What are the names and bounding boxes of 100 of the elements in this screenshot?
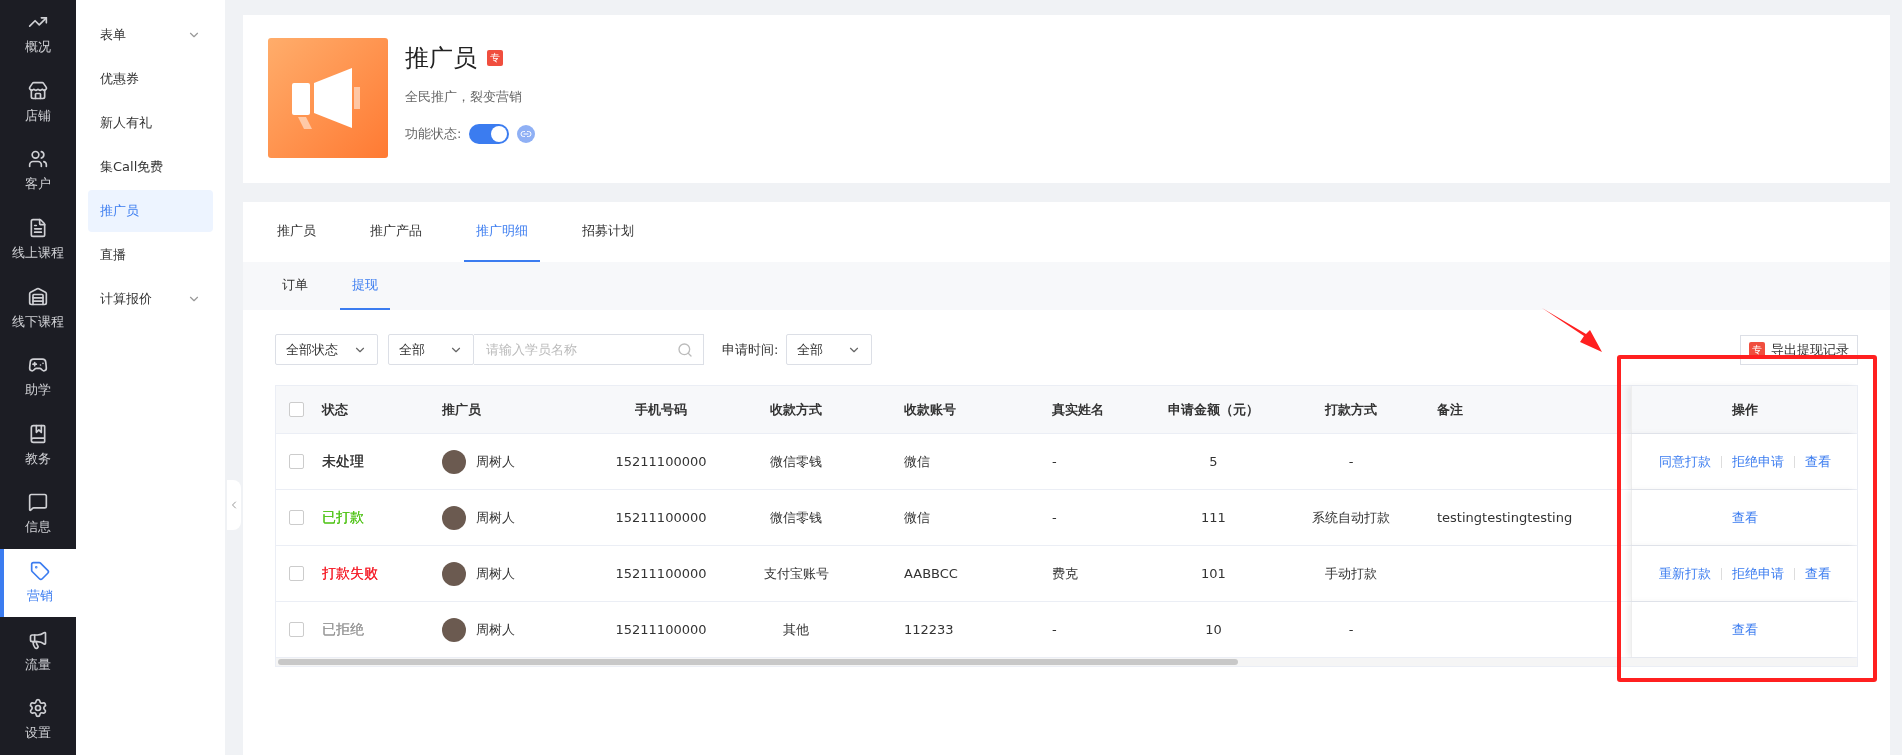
table-cell: 101 bbox=[1201, 566, 1226, 581]
table-cell: 15211100000 bbox=[615, 566, 707, 581]
checkbox[interactable] bbox=[288, 566, 304, 581]
column-header: 状态 bbox=[320, 400, 349, 419]
table-cell: - bbox=[1348, 454, 1354, 469]
checkbox[interactable] bbox=[288, 622, 304, 637]
app-title: 推广员 bbox=[405, 43, 477, 74]
table-cell: 手动打款 bbox=[1325, 564, 1377, 583]
table-cell: 微信零钱 bbox=[770, 452, 822, 471]
status-text: 已打款 bbox=[322, 508, 364, 527]
table-cell: 15211100000 bbox=[615, 510, 707, 525]
table-cell: testingtestingtesting bbox=[1437, 510, 1573, 525]
scope-select[interactable]: 全部 bbox=[388, 334, 474, 365]
collapse-handle[interactable] bbox=[227, 480, 241, 530]
table-cell: 15211100000 bbox=[615, 622, 707, 637]
nav-item[interactable]: 营销 bbox=[0, 548, 76, 618]
tab[interactable]: 招募计划 bbox=[570, 202, 646, 262]
action-link[interactable]: 查看 bbox=[1731, 620, 1758, 639]
nav-item[interactable]: 流量 bbox=[0, 617, 76, 686]
table-cell: 周树人 bbox=[476, 620, 515, 639]
action-link[interactable]: 拒绝申请 bbox=[1731, 452, 1784, 471]
scrollbar-thumb[interactable] bbox=[278, 659, 1238, 665]
avatar bbox=[442, 561, 466, 586]
table-cell: 周树人 bbox=[476, 452, 515, 471]
status-label: 功能状态: bbox=[405, 125, 462, 143]
table-cell: 微信零钱 bbox=[770, 508, 822, 527]
table-cell: 111 bbox=[1201, 510, 1226, 525]
column-header: 收款账号 bbox=[903, 400, 957, 419]
column-header: 打款方式 bbox=[1323, 400, 1378, 419]
nav-icon bbox=[28, 698, 48, 719]
app-subtitle: 全民推广，裂变营销 bbox=[405, 88, 523, 106]
nav-item[interactable]: 线下课程 bbox=[0, 274, 76, 343]
table-cell: AABBCC bbox=[904, 566, 958, 581]
status-text: 未处理 bbox=[322, 452, 364, 471]
table-cell: - bbox=[1052, 510, 1057, 525]
column-header: 备注 bbox=[1436, 400, 1464, 419]
checkbox[interactable] bbox=[288, 454, 304, 469]
sub-tab[interactable]: 订单 bbox=[270, 262, 320, 310]
action-link[interactable]: 查看 bbox=[1731, 508, 1758, 527]
sub-tab[interactable]: 提现 bbox=[340, 262, 390, 310]
nav-icon bbox=[28, 492, 48, 513]
table-cell: - bbox=[1052, 622, 1057, 637]
table-cell: 112233 bbox=[904, 622, 954, 637]
nav-item[interactable]: 助学 bbox=[0, 342, 76, 412]
nav-item[interactable]: 客户 bbox=[0, 137, 76, 206]
nav-item[interactable]: 教务 bbox=[0, 411, 76, 481]
table-cell: 微信 bbox=[904, 508, 930, 527]
status-toggle[interactable] bbox=[469, 124, 510, 144]
nav-icon bbox=[28, 423, 48, 444]
nav-item[interactable]: 概况 bbox=[0, 0, 76, 69]
checkbox[interactable] bbox=[288, 510, 304, 525]
nav-icon bbox=[30, 561, 50, 582]
search-icon bbox=[677, 341, 693, 358]
nav-item[interactable]: 设置 bbox=[0, 685, 76, 755]
table-cell: - bbox=[1052, 454, 1057, 469]
avatar bbox=[442, 449, 466, 474]
tab[interactable]: 推广员 bbox=[265, 202, 328, 262]
column-header: 收款方式 bbox=[769, 400, 823, 419]
link-button[interactable] bbox=[517, 125, 536, 143]
action-link[interactable]: 查看 bbox=[1804, 564, 1831, 583]
table-cell: 周树人 bbox=[476, 508, 515, 527]
table-cell: 10 bbox=[1205, 622, 1222, 637]
menu-item[interactable]: 优惠券 bbox=[88, 58, 213, 100]
tab[interactable]: 推广产品 bbox=[358, 202, 434, 262]
action-link[interactable]: 重新打款 bbox=[1658, 564, 1711, 583]
checkbox[interactable] bbox=[288, 402, 304, 417]
pro-badge: 专 bbox=[487, 50, 503, 66]
table-cell: 系统自动打款 bbox=[1312, 508, 1390, 527]
nav-item[interactable]: 线上课程 bbox=[0, 205, 76, 275]
action-link[interactable]: 拒绝申请 bbox=[1731, 564, 1784, 583]
table-cell: 周树人 bbox=[476, 564, 515, 583]
column-header: 推广员 bbox=[441, 400, 482, 419]
nav-icon bbox=[28, 286, 48, 307]
nav-item[interactable]: 信息 bbox=[0, 480, 76, 549]
menu-item[interactable]: 推广员 bbox=[88, 190, 213, 232]
status-text: 打款失败 bbox=[322, 564, 378, 583]
column-header: 手机号码 bbox=[634, 400, 688, 419]
menu-item[interactable]: 计算报价 bbox=[88, 278, 213, 320]
avatar bbox=[442, 617, 466, 642]
menu-item[interactable]: 新人有礼 bbox=[88, 102, 213, 144]
nav-icon bbox=[28, 149, 48, 170]
search-box[interactable]: 请输入学员名称 bbox=[474, 334, 704, 365]
time-select[interactable]: 全部 bbox=[786, 334, 873, 365]
table-cell: - bbox=[1348, 622, 1354, 637]
column-header: 真实姓名 bbox=[1051, 400, 1105, 419]
menu-item[interactable]: 表单 bbox=[88, 14, 213, 56]
menu-item[interactable]: 集Call免费 bbox=[88, 146, 213, 188]
action-link[interactable]: 查看 bbox=[1804, 452, 1831, 471]
menu-item[interactable]: 直播 bbox=[88, 234, 213, 276]
table-cell: 5 bbox=[1209, 454, 1218, 469]
table-cell: 微信 bbox=[904, 452, 930, 471]
column-header: 操作 bbox=[1631, 386, 1857, 433]
avatar bbox=[442, 505, 466, 530]
nav-icon bbox=[28, 629, 48, 650]
filter-label: 申请时间: bbox=[722, 340, 779, 359]
action-link[interactable]: 同意打款 bbox=[1658, 452, 1711, 471]
status-select[interactable]: 全部状态 bbox=[275, 334, 378, 365]
nav-item[interactable]: 店铺 bbox=[0, 68, 76, 138]
link-icon bbox=[520, 128, 533, 140]
table-cell: 其他 bbox=[783, 620, 809, 639]
